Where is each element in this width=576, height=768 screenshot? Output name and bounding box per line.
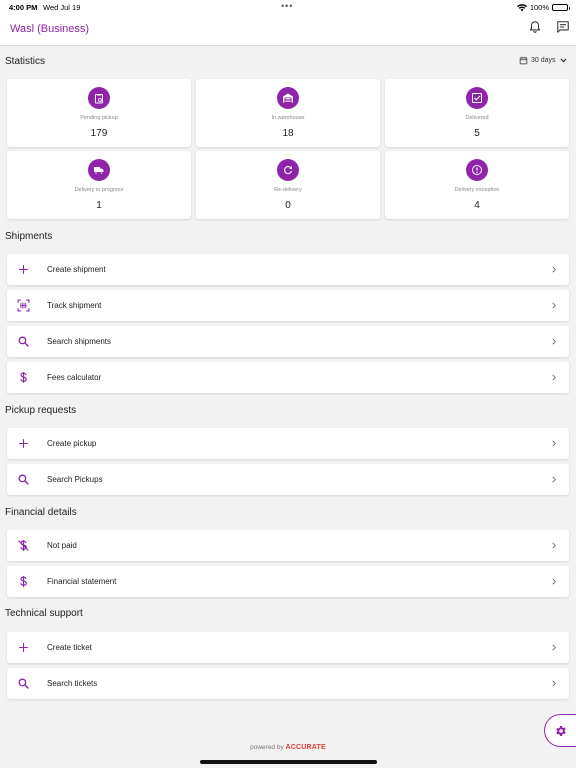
stat-card-in-warehouse[interactable]: In warehouse 18 (196, 79, 380, 147)
stat-label: Re-delivery (274, 187, 302, 193)
status-date: Wed Jul 19 (43, 3, 81, 12)
dollar-off-icon (17, 539, 30, 552)
multitask-dots[interactable]: ••• (281, 1, 293, 11)
search-icon (17, 335, 30, 348)
plus-icon (17, 263, 30, 276)
stat-label: Delivery exception (454, 187, 500, 193)
refresh-icon (277, 159, 299, 181)
battery-percent: 100% (529, 3, 549, 12)
stat-value: 5 (474, 128, 480, 139)
bell-icon[interactable] (528, 20, 542, 34)
item-label: Search Pickups (47, 475, 103, 484)
truck-icon (88, 159, 110, 181)
stat-card-re-delivery[interactable]: Re-delivery 0 (196, 151, 380, 219)
app-title: Wasl (Business) (10, 23, 90, 35)
chevron-right-icon (552, 578, 556, 585)
stat-value: 179 (90, 128, 108, 139)
chevron-right-icon (552, 542, 556, 549)
stat-value: 4 (474, 200, 480, 211)
powered-by-text: powered by (250, 744, 284, 751)
stat-label: Delivered (465, 115, 489, 121)
calendar-icon (519, 56, 528, 65)
status-bar: 4:00 PM Wed Jul 19 ••• 100% (0, 0, 576, 14)
checkbox-icon (466, 87, 488, 109)
not-paid-item[interactable]: Not paid (7, 530, 569, 561)
search-shipments-item[interactable]: Search shipments (7, 326, 569, 357)
stat-label: Delivery in progress (74, 187, 124, 193)
stat-label: In warehouse (271, 115, 305, 121)
brand-logo: ACCURATE (285, 744, 326, 751)
search-icon (17, 677, 30, 690)
search-pickups-item[interactable]: Search Pickups (7, 464, 569, 495)
stat-value: 0 (285, 200, 291, 211)
status-time: 4:00 PM (9, 3, 38, 12)
chevron-right-icon (552, 644, 556, 651)
item-label: Search shipments (47, 337, 112, 346)
item-label: Financial statement (47, 577, 117, 586)
track-shipment-item[interactable]: Track shipment (7, 290, 569, 321)
chevron-right-icon (552, 338, 556, 345)
settings-button[interactable] (544, 714, 576, 747)
technical-support-title: Technical support (5, 608, 83, 619)
chevron-right-icon (552, 476, 556, 483)
financial-details-title: Financial details (5, 507, 77, 518)
create-pickup-item[interactable]: Create pickup (7, 428, 569, 459)
period-label: 30 days (531, 57, 556, 64)
create-shipment-item[interactable]: Create shipment (7, 254, 569, 285)
create-ticket-item[interactable]: Create ticket (7, 632, 569, 663)
stat-card-pending-pickup[interactable]: Pending pickup 179 (7, 79, 191, 147)
shipments-title: Shipments (5, 231, 53, 242)
chevron-right-icon (552, 440, 556, 447)
plus-icon (17, 437, 30, 450)
financial-statement-item[interactable]: Financial statement (7, 566, 569, 597)
home-indicator[interactable] (200, 760, 377, 764)
warehouse-icon (277, 87, 299, 109)
dollar-icon (17, 575, 30, 588)
fees-calculator-item[interactable]: Fees calculator (7, 362, 569, 393)
period-selector[interactable]: 30 days (519, 56, 568, 65)
search-tickets-item[interactable]: Search tickets (7, 668, 569, 699)
pickup-requests-title: Pickup requests (5, 405, 77, 416)
plus-icon (17, 641, 30, 654)
chevron-right-icon (552, 680, 556, 687)
statistics-title: Statistics (5, 56, 46, 67)
item-label: Fees calculator (47, 373, 102, 382)
dollar-icon (17, 371, 30, 384)
item-label: Create ticket (47, 643, 92, 652)
stat-label: Pending pickup (80, 115, 118, 121)
chevron-right-icon (552, 302, 556, 309)
stat-value: 18 (282, 128, 294, 139)
chat-icon[interactable] (556, 20, 570, 34)
stat-card-delivery-exception[interactable]: Delivery exception 4 (385, 151, 569, 219)
stat-value: 1 (96, 200, 102, 211)
alert-icon (466, 159, 488, 181)
search-icon (17, 473, 30, 486)
stat-card-delivered[interactable]: Delivered 5 (385, 79, 569, 147)
barcode-scan-icon (17, 299, 30, 312)
app-bar: Wasl (Business) (0, 14, 576, 46)
battery-icon (552, 4, 570, 11)
gear-icon (556, 726, 566, 736)
item-label: Create pickup (47, 439, 97, 448)
chevron-right-icon (552, 374, 556, 381)
item-label: Not paid (47, 541, 77, 550)
clipboard-clock-icon (88, 87, 110, 109)
powered-by: powered by ACCURATE (0, 744, 576, 751)
wifi-icon (516, 3, 527, 11)
chevron-down-icon (560, 58, 567, 63)
item-label: Search tickets (47, 679, 98, 688)
stat-card-delivery-in-progress[interactable]: Delivery in progress 1 (7, 151, 191, 219)
item-label: Track shipment (47, 301, 102, 310)
item-label: Create shipment (47, 265, 106, 274)
chevron-right-icon (552, 266, 556, 273)
